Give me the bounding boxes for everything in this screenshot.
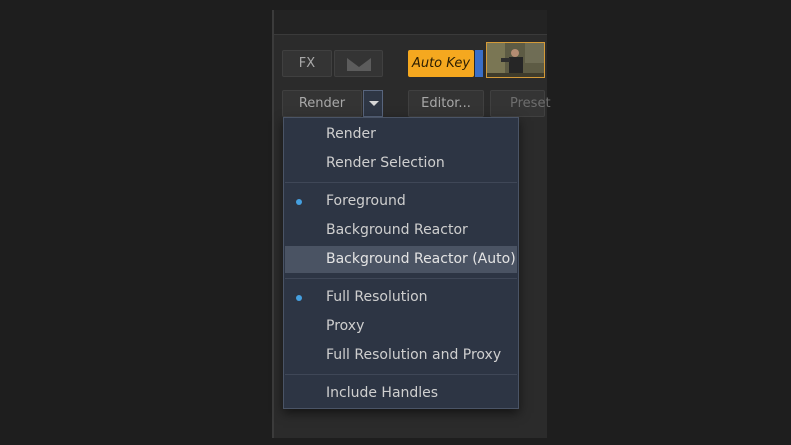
menu-item-label: Render (326, 126, 376, 142)
curve-graph-icon (347, 58, 371, 71)
editor-button[interactable]: Editor... (408, 90, 484, 117)
auto-key-button[interactable]: Auto Key (408, 50, 474, 77)
render-dropdown-toggle[interactable] (363, 90, 383, 117)
menu-item-label: Foreground (326, 193, 406, 209)
render-mode-menu: Render Render Selection Foreground Backg… (283, 117, 519, 409)
graph-button[interactable] (334, 50, 383, 77)
menu-item-label: Proxy (326, 318, 365, 334)
menu-item-label: Full Resolution and Proxy (326, 347, 502, 363)
menu-item-full-resolution-and-proxy[interactable]: Full Resolution and Proxy (285, 342, 517, 369)
menu-separator (285, 374, 517, 375)
menu-item-background-reactor[interactable]: Background Reactor (285, 217, 517, 244)
clip-thumbnail[interactable] (486, 42, 545, 78)
menu-item-full-resolution[interactable]: Full Resolution (285, 284, 517, 311)
clip-thumbnail-image (487, 43, 544, 77)
panel-header-bar (274, 10, 547, 35)
menu-item-label: Background Reactor (326, 222, 468, 238)
selected-dot-icon (296, 199, 302, 205)
menu-item-render-selection[interactable]: Render Selection (285, 150, 517, 177)
selected-dot-icon (296, 295, 302, 301)
auto-key-label: Auto Key (411, 56, 471, 71)
menu-item-render[interactable]: Render (285, 121, 517, 148)
preset-button[interactable]: Preset (490, 90, 551, 117)
fx-button[interactable]: FX (282, 50, 332, 77)
render-button-label: Render (298, 96, 346, 111)
menu-separator (285, 278, 517, 279)
chevron-down-icon (369, 101, 379, 106)
menu-item-proxy[interactable]: Proxy (285, 313, 517, 340)
menu-item-foreground[interactable]: Foreground (285, 188, 517, 215)
menu-item-include-handles[interactable]: Include Handles (285, 380, 517, 407)
menu-item-label: Full Resolution (326, 289, 428, 305)
menu-item-label: Include Handles (326, 385, 439, 401)
auto-key-indicator (475, 50, 483, 77)
menu-separator (285, 182, 517, 183)
render-button[interactable]: Render (282, 90, 362, 117)
menu-item-label: Render Selection (326, 155, 445, 171)
menu-item-background-reactor-auto[interactable]: Background Reactor (Auto) (285, 246, 517, 273)
preset-button-label: Preset (510, 96, 551, 111)
fx-button-label: FX (298, 56, 316, 71)
menu-item-label: Background Reactor (Auto) (326, 251, 516, 267)
editor-button-label: Editor... (421, 96, 471, 111)
